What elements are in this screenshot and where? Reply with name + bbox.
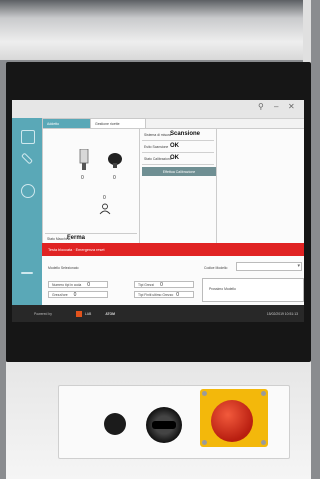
raw-types-label: Tipi Grezzi <box>138 282 155 287</box>
raw-per-hour-label: Grezzi/ore <box>52 292 68 297</box>
raw-per-hour-counter: Grezzi/ore 0 <box>48 291 108 298</box>
screw-icon <box>261 391 266 396</box>
next-model-box: Prossimo Modello <box>202 278 304 302</box>
tab-addetto-label: Addetto <box>47 122 60 126</box>
alarm-banner[interactable]: Testa bloccata · Emergenza reset <box>42 243 304 256</box>
exit-icon[interactable] <box>21 272 33 274</box>
tool-b-icon <box>108 153 122 168</box>
gear-icon[interactable] <box>21 184 35 198</box>
raw-types-value: 0 <box>160 281 163 288</box>
calibration-state-label: Stato Calibrazione <box>144 157 172 161</box>
raw-per-hour-value: 0 <box>73 291 77 298</box>
scan-system-value: Scansione <box>170 131 201 137</box>
machine-top-housing <box>0 0 311 60</box>
model-code-select[interactable]: ▾ <box>236 262 302 271</box>
scan-system-label: Sistema di misura <box>144 133 171 137</box>
production-info-area: Modello Selezionato Codice Modello ▾ Num… <box>42 256 304 305</box>
brand-atom: ATOM <box>105 311 115 316</box>
selected-model-label: Modello Selezionato <box>48 266 79 270</box>
powered-by-label: Powered by <box>34 311 52 316</box>
next-model-label: Prossimo Modello <box>209 287 236 291</box>
scan-result-row: Esito Scansione OK <box>142 142 214 153</box>
tab-gestione-ricette-label: Gestione ricette <box>95 122 120 126</box>
lab-logo-icon <box>75 310 82 317</box>
finished-types-value: 0 <box>176 291 180 298</box>
screw-icon <box>202 440 207 445</box>
scan-result-value: OK <box>170 143 179 149</box>
chevron-down-icon: ▾ <box>297 263 300 269</box>
raw-types-counter: Tipi Grezzi 0 <box>134 281 194 288</box>
tool-a-icon <box>79 149 89 170</box>
brand-lab: LAB <box>84 311 92 316</box>
screw-icon <box>261 440 266 445</box>
touch-screen: ⚲ – ✕ Addetto Gestione ricette 0 0 0 Sta… <box>12 100 304 322</box>
alarm-text: Testa bloccata · Emergenza reset <box>48 247 105 252</box>
operator-count: 0 <box>103 195 106 201</box>
model-code-label: Codice Modello <box>204 266 228 270</box>
operator-icon <box>99 203 111 215</box>
pen-icon[interactable] <box>20 152 34 165</box>
calibrate-button[interactable]: Effettua Calibrazione <box>142 167 216 176</box>
key-slot-icon <box>152 421 176 429</box>
info-pane-right <box>216 128 304 245</box>
finished-types-label: Tipi Finiti ultimo Grezzo <box>138 292 174 297</box>
home-icon[interactable] <box>21 130 35 144</box>
queue-counter-value: 0 <box>87 281 90 288</box>
tool-a-count: 0 <box>81 175 84 181</box>
black-push-button[interactable] <box>104 413 126 435</box>
status-pane-left: 0 0 0 Stato Macchina Ferma <box>42 128 141 245</box>
calibration-state-value: OK <box>170 155 179 161</box>
machine-state-row: Stato Macchina Ferma <box>45 233 137 243</box>
screw-icon <box>202 391 207 396</box>
emergency-stop-button[interactable] <box>211 400 253 442</box>
queue-counter-label: Numero tipi in coda <box>52 282 82 287</box>
queue-counter: Numero tipi in coda 0 <box>48 281 108 288</box>
close-icon[interactable]: ✕ <box>288 102 295 111</box>
footer-bar: Powered by LAB ATOM 15/02/2019 10:51:13 <box>12 305 304 322</box>
location-icon[interactable]: ⚲ <box>258 102 264 111</box>
scan-system-row: Sistema di misura Scansione <box>142 130 214 141</box>
side-navigation <box>12 118 42 305</box>
machine-state-value: Ferma <box>67 235 86 241</box>
calibration-state-row: Stato Calibrazione OK <box>142 154 214 165</box>
title-bar: ⚲ – ✕ <box>12 100 304 119</box>
finished-types-counter: Tipi Finiti ultimo Grezzo 0 <box>134 291 194 298</box>
tool-b-count: 0 <box>113 175 116 181</box>
scan-result-label: Esito Scansione <box>144 145 169 149</box>
minimize-icon[interactable]: – <box>274 102 278 111</box>
footer-datetime: 15/02/2019 10:51:13 <box>266 311 298 316</box>
